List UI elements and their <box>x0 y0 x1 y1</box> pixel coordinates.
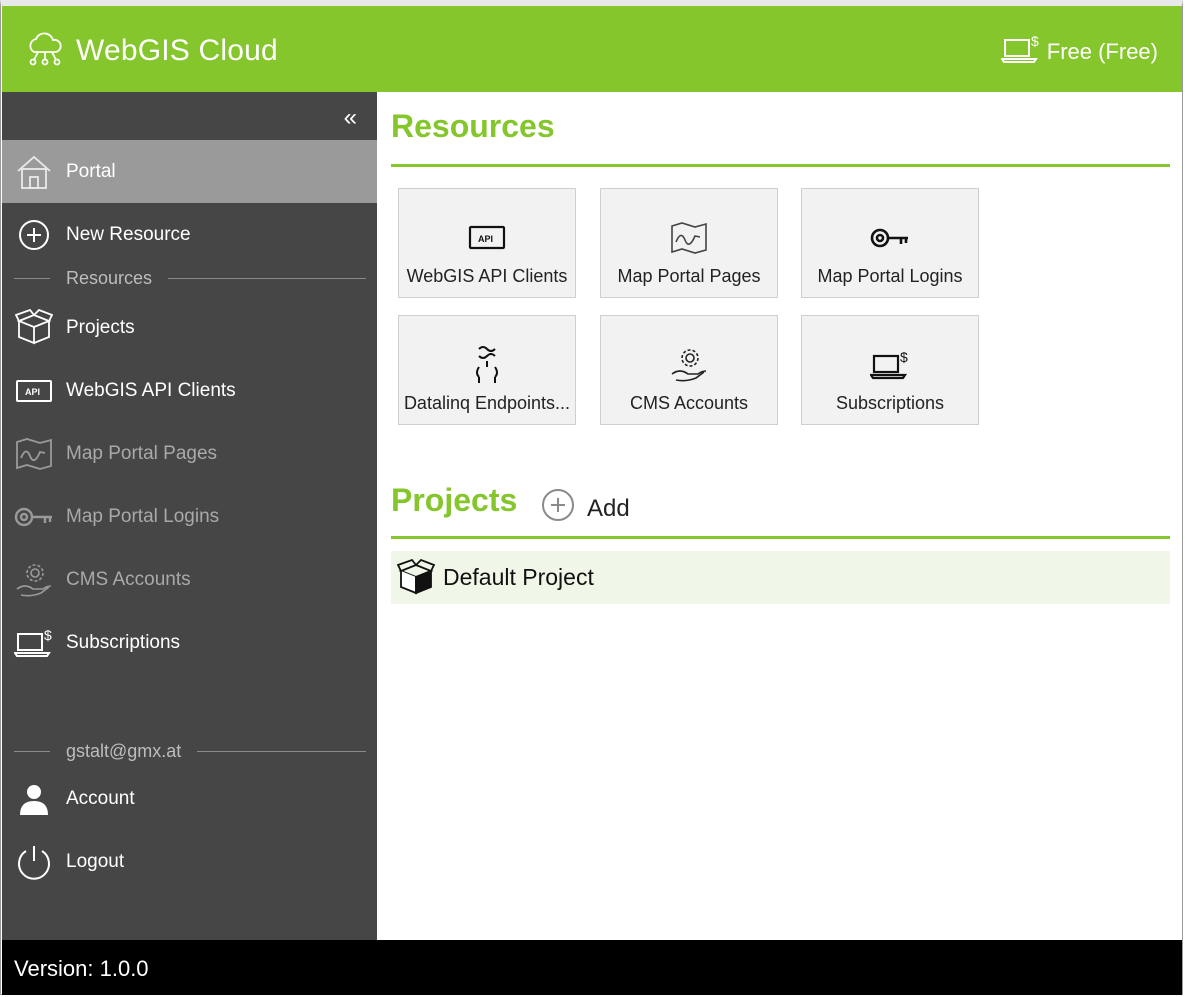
brand[interactable]: WebGIS Cloud <box>26 28 278 73</box>
sidebar-item-map-portal-pages[interactable]: Map Portal Pages <box>2 422 377 485</box>
tile-subscriptions[interactable]: $ Subscriptions <box>801 315 979 425</box>
resources-heading: Resources <box>391 108 555 144</box>
projects-heading: Projects <box>391 482 518 518</box>
laptop-dollar-icon: $ <box>870 343 910 387</box>
sidebar-item-new-resource[interactable]: New Resource <box>2 203 377 266</box>
sidebar-item-logout[interactable]: Logout <box>2 830 377 893</box>
sidebar-item-portal[interactable]: Portal <box>2 140 377 203</box>
sidebar-item-label: Logout <box>66 850 125 872</box>
add-label: Add <box>587 494 630 522</box>
cloud-network-icon <box>26 28 64 73</box>
divider-line <box>197 751 366 752</box>
power-icon <box>14 842 54 882</box>
sidebar-item-label: Account <box>66 787 135 809</box>
svg-text:$: $ <box>44 627 52 643</box>
laptop-dollar-icon: $ <box>999 32 1041 72</box>
sidebar-item-label: Map Portal Pages <box>66 442 218 464</box>
svg-text:API: API <box>25 387 40 397</box>
sidebar-item-label: WebGIS API Clients <box>66 379 236 401</box>
sidebar: « Portal New Resource Resources Projects <box>2 92 377 940</box>
svg-text:API: API <box>478 234 493 244</box>
app-header: WebGIS Cloud $ Free (Free) <box>2 6 1182 92</box>
status-bar: Version: 1.0.0 <box>2 940 1182 995</box>
key-icon <box>870 216 910 260</box>
resources-section-divider: Resources <box>14 268 366 289</box>
plus-circle-icon <box>541 488 575 529</box>
key-icon <box>14 497 54 537</box>
sidebar-item-projects[interactable]: Projects <box>2 296 377 359</box>
tile-label: CMS Accounts <box>629 393 749 413</box>
tile-label: Map Portal Logins <box>817 266 963 286</box>
svg-text:$: $ <box>1031 33 1039 49</box>
api-icon: API <box>14 371 54 411</box>
sidebar-item-subscriptions[interactable]: $ Subscriptions <box>2 611 377 674</box>
section-label: Resources <box>66 268 153 288</box>
version-label: Version: 1.0.0 <box>14 956 149 981</box>
tile-map-portal-pages[interactable]: Map Portal Pages <box>600 188 778 298</box>
tile-label: Subscriptions <box>835 393 945 413</box>
sidebar-item-map-portal-logins[interactable]: Map Portal Logins <box>2 485 377 548</box>
api-icon: API <box>468 216 506 260</box>
main-content: Resources API WebGIS API Clients Map Por… <box>377 92 1182 940</box>
resources-divider <box>391 164 1170 167</box>
plan-label: Free (Free) <box>1046 39 1158 64</box>
subscription-plan[interactable]: $ Free (Free) <box>999 32 1158 72</box>
add-project-button[interactable]: Add <box>541 488 630 529</box>
gear-hand-icon <box>14 560 54 600</box>
app-title: WebGIS Cloud <box>76 33 278 67</box>
map-icon <box>670 216 708 260</box>
sidebar-item-label: Map Portal Logins <box>66 505 220 527</box>
home-icon <box>14 152 54 192</box>
svg-text:$: $ <box>900 349 908 365</box>
sidebar-item-label: Subscriptions <box>66 631 181 653</box>
projects-divider <box>391 536 1170 539</box>
box-icon <box>397 558 435 597</box>
gear-hand-icon <box>670 343 708 387</box>
tile-label: Map Portal Pages <box>617 266 761 286</box>
divider-line <box>168 278 366 279</box>
tile-label: WebGIS API Clients <box>406 266 568 286</box>
project-row[interactable]: Default Project <box>391 551 1170 604</box>
user-section-divider: gstalt@gmx.at <box>14 741 366 762</box>
tile-map-portal-logins[interactable]: Map Portal Logins <box>801 188 979 298</box>
collapse-sidebar-button[interactable]: « <box>344 104 357 132</box>
map-icon <box>14 434 54 474</box>
sidebar-item-label: Portal <box>66 160 116 182</box>
project-name: Default Project <box>443 564 594 590</box>
sidebar-item-label: New Resource <box>66 223 191 245</box>
user-email: gstalt@gmx.at <box>66 741 182 761</box>
divider-line <box>14 751 50 752</box>
tile-webgis-api-clients[interactable]: API WebGIS API Clients <box>398 188 576 298</box>
tile-datalinq-endpoints[interactable]: Datalinq Endpoints... <box>398 315 576 425</box>
sidebar-item-label: CMS Accounts <box>66 568 191 590</box>
laptop-dollar-icon: $ <box>14 623 54 663</box>
sidebar-item-account[interactable]: Account <box>2 767 377 830</box>
plus-circle-icon <box>14 215 54 255</box>
sidebar-item-webgis-api-clients[interactable]: API WebGIS API Clients <box>2 359 377 422</box>
divider-line <box>14 278 50 279</box>
tile-label: Datalinq Endpoints... <box>403 393 571 413</box>
sidebar-item-cms-accounts[interactable]: CMS Accounts <box>2 548 377 611</box>
box-icon <box>14 308 54 348</box>
sidebar-item-label: Projects <box>66 316 135 338</box>
tile-cms-accounts[interactable]: CMS Accounts <box>600 315 778 425</box>
datalinq-icon <box>470 343 504 387</box>
user-icon <box>14 779 54 819</box>
